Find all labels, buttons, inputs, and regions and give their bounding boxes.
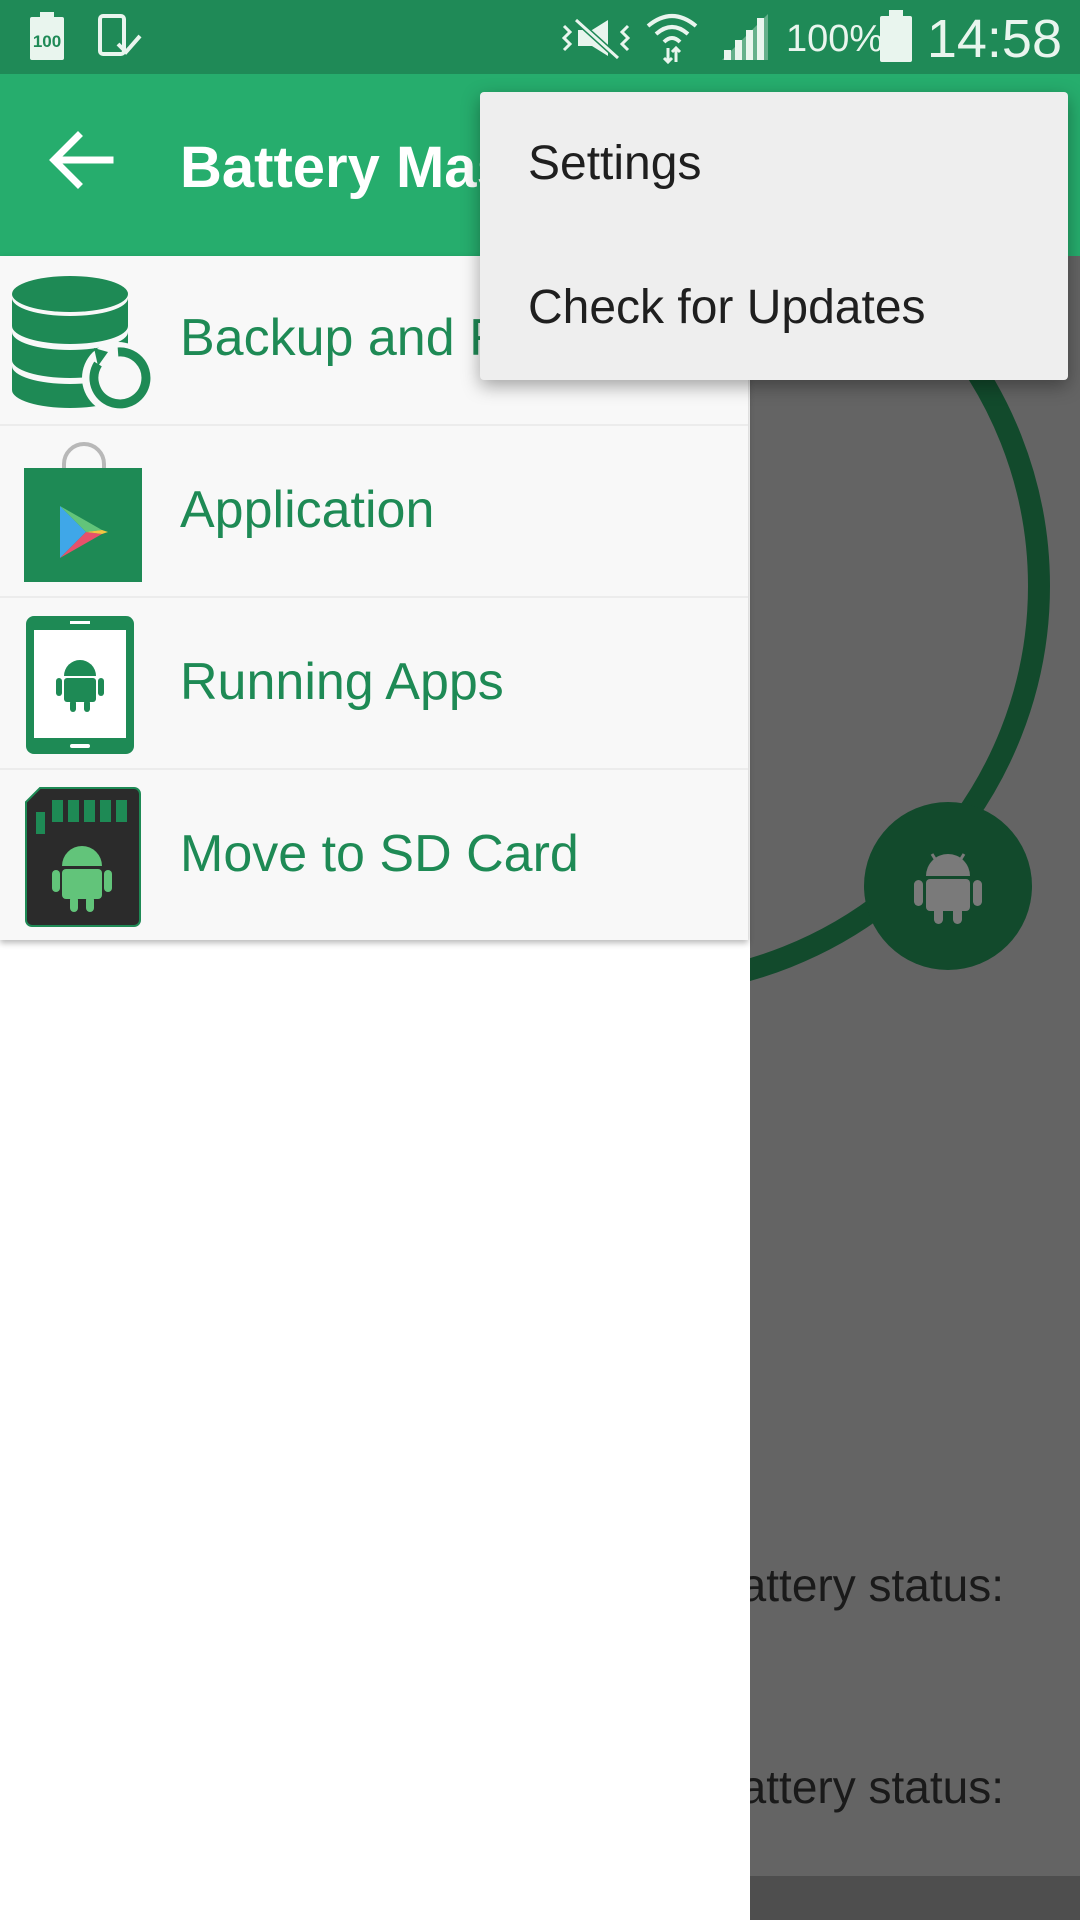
drawer-item-label: Move to SD Card bbox=[180, 825, 579, 883]
menu-item-label: Check for Updates bbox=[528, 281, 926, 334]
clock: 14:58 bbox=[926, 9, 1062, 69]
battery-full-icon: 100 bbox=[30, 12, 64, 65]
vibrate-mute-icon bbox=[560, 16, 632, 65]
dimmed-main-content[interactable]: Battery status: Battery status: bbox=[750, 256, 1080, 1920]
battery-icon bbox=[880, 10, 912, 67]
menu-item-settings[interactable]: Settings bbox=[480, 92, 1068, 236]
navigation-drawer: Backup and Restore Application Running A… bbox=[0, 256, 750, 1920]
drawer-item-label: Running Apps bbox=[180, 653, 504, 711]
arrow-back-icon bbox=[49, 131, 114, 189]
drawer-item-application[interactable]: Application bbox=[0, 428, 748, 598]
database-restore-icon bbox=[10, 268, 160, 414]
menu-item-label: Settings bbox=[528, 137, 702, 190]
drawer-item-move-to-sd[interactable]: Move to SD Card bbox=[0, 772, 748, 942]
battery-status-label-2: Battery status: bbox=[750, 1761, 1005, 1813]
phone-check-icon bbox=[98, 14, 144, 65]
status-bar: 100 100% 14:58 bbox=[0, 0, 1080, 74]
signal-icon bbox=[720, 12, 770, 67]
battery-percent: 100% bbox=[786, 18, 884, 60]
android-fab-button[interactable] bbox=[864, 802, 1032, 970]
back-button[interactable] bbox=[40, 118, 124, 202]
drawer-item-label: Application bbox=[180, 481, 435, 539]
wifi-icon bbox=[644, 8, 700, 69]
android-icon bbox=[914, 853, 982, 924]
battery-status-label-1: Battery status: bbox=[750, 1559, 1005, 1611]
sd-card-android-icon bbox=[10, 784, 160, 929]
android-tablet-icon bbox=[10, 612, 160, 757]
overflow-menu: Settings Check for Updates bbox=[480, 92, 1068, 380]
bottom-bar bbox=[750, 1876, 1080, 1920]
play-store-bag-icon bbox=[10, 440, 160, 585]
drawer-item-running-apps[interactable]: Running Apps bbox=[0, 600, 748, 770]
menu-item-check-updates[interactable]: Check for Updates bbox=[480, 236, 1068, 380]
